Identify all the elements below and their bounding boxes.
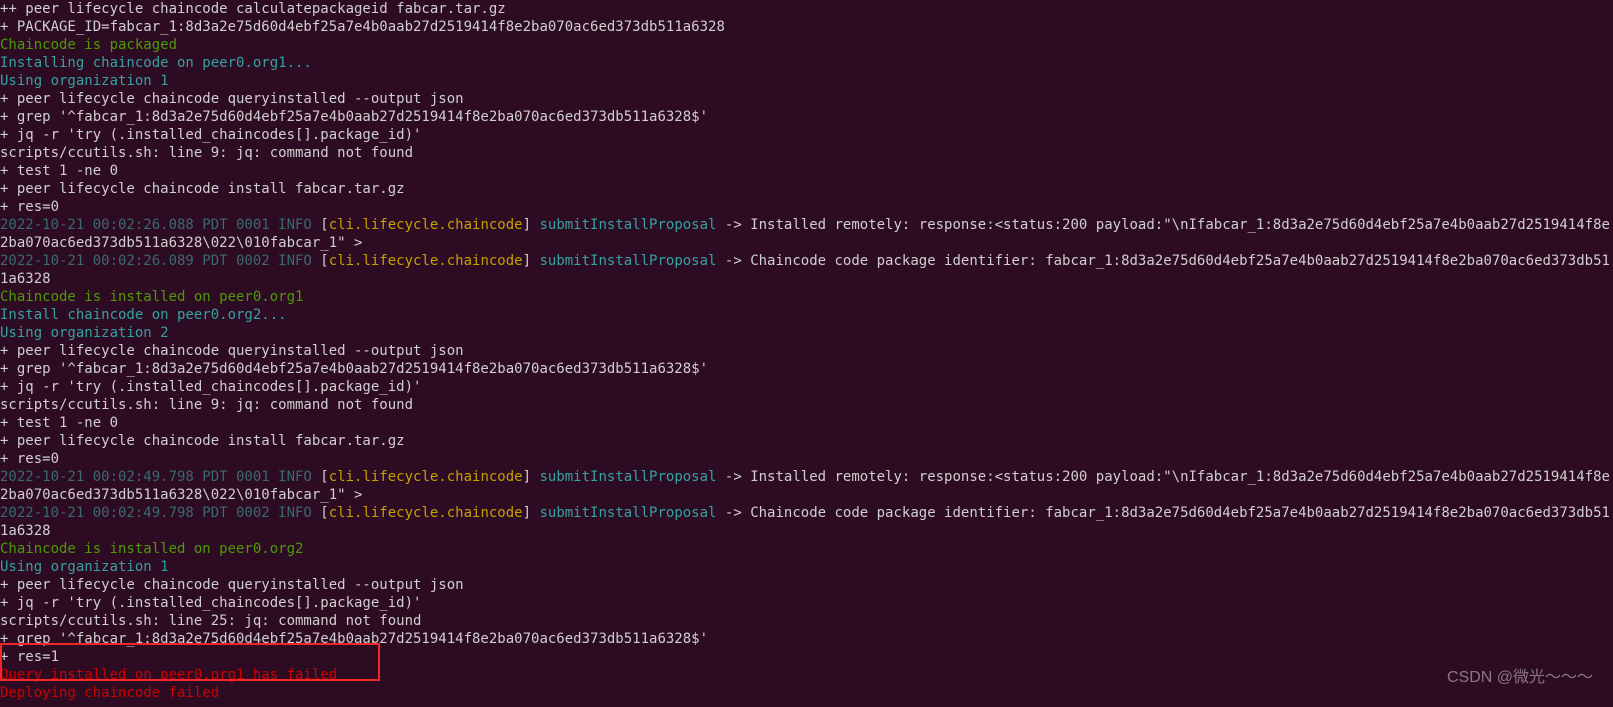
terminal-text: + test 1 -ne 0	[0, 415, 118, 431]
terminal-line: + jq -r 'try (.installed_chaincodes[].pa…	[0, 594, 1613, 612]
terminal-text: + res=1	[0, 649, 59, 665]
terminal-text: Installing chaincode on peer0.org1...	[0, 55, 312, 71]
terminal-text: submitInstallProposal	[539, 505, 716, 521]
terminal-text: + res=0	[0, 199, 59, 215]
terminal-line: scripts/ccutils.sh: line 25: jq: command…	[0, 612, 1613, 630]
terminal-text: cli.lifecycle.chaincode	[329, 217, 523, 233]
terminal-text: + peer lifecycle chaincode queryinstalle…	[0, 343, 464, 359]
terminal-line: + peer lifecycle chaincode queryinstalle…	[0, 576, 1613, 594]
terminal-text: Install chaincode on peer0.org2...	[0, 307, 287, 323]
terminal-text: + peer lifecycle chaincode queryinstalle…	[0, 577, 464, 593]
terminal-text: + grep '^fabcar_1:8d3a2e75d60d4ebf25a7e4…	[0, 109, 708, 125]
terminal-text: + peer lifecycle chaincode install fabca…	[0, 433, 405, 449]
terminal-text: [	[312, 253, 329, 269]
terminal-line: + res=1	[0, 648, 1613, 666]
terminal-line: Using organization 1	[0, 72, 1613, 90]
terminal-line: + peer lifecycle chaincode install fabca…	[0, 432, 1613, 450]
terminal-line: Installing chaincode on peer0.org1...	[0, 54, 1613, 72]
terminal-text: [	[312, 505, 329, 521]
terminal-line: + jq -r 'try (.installed_chaincodes[].pa…	[0, 378, 1613, 396]
terminal-line: + grep '^fabcar_1:8d3a2e75d60d4ebf25a7e4…	[0, 630, 1613, 648]
terminal-text: submitInstallProposal	[539, 217, 716, 233]
terminal-text: Chaincode is installed on peer0.org2	[0, 541, 303, 557]
terminal-text: cli.lifecycle.chaincode	[329, 505, 523, 521]
terminal-line: 2022-10-21 00:02:49.798 PDT 0002 INFO [c…	[0, 504, 1613, 540]
terminal-line: + grep '^fabcar_1:8d3a2e75d60d4ebf25a7e4…	[0, 108, 1613, 126]
terminal-output[interactable]: ++ peer lifecycle chaincode calculatepac…	[0, 0, 1613, 702]
terminal-line: + res=0	[0, 450, 1613, 468]
terminal-line: Chaincode is installed on peer0.org1	[0, 288, 1613, 306]
terminal-text: submitInstallProposal	[539, 469, 716, 485]
terminal-text: Query installed on peer0.org1 has failed	[0, 667, 337, 683]
terminal-line: + peer lifecycle chaincode queryinstalle…	[0, 90, 1613, 108]
terminal-text: [	[312, 469, 329, 485]
terminal-line: + peer lifecycle chaincode queryinstalle…	[0, 342, 1613, 360]
terminal-line: scripts/ccutils.sh: line 9: jq: command …	[0, 396, 1613, 414]
terminal-text: Using organization 1	[0, 559, 169, 575]
terminal-text: [	[312, 217, 329, 233]
terminal-text: cli.lifecycle.chaincode	[329, 469, 523, 485]
terminal-line: Using organization 1	[0, 558, 1613, 576]
terminal-text: + peer lifecycle chaincode install fabca…	[0, 181, 405, 197]
terminal-text: Deploying chaincode failed	[0, 685, 219, 701]
terminal-line: + grep '^fabcar_1:8d3a2e75d60d4ebf25a7e4…	[0, 360, 1613, 378]
terminal-line: Using organization 2	[0, 324, 1613, 342]
terminal-line: 2022-10-21 00:02:26.088 PDT 0001 INFO [c…	[0, 216, 1613, 252]
terminal-line: Chaincode is installed on peer0.org2	[0, 540, 1613, 558]
terminal-text: ]	[523, 253, 540, 269]
terminal-text: + peer lifecycle chaincode queryinstalle…	[0, 91, 464, 107]
terminal-text: + jq -r 'try (.installed_chaincodes[].pa…	[0, 379, 421, 395]
terminal-line: Deploying chaincode failed	[0, 684, 1613, 702]
terminal-text: + jq -r 'try (.installed_chaincodes[].pa…	[0, 127, 421, 143]
terminal-text: 2022-10-21 00:02:49.798 PDT 0001 INFO	[0, 469, 312, 485]
terminal-text: Using organization 1	[0, 73, 169, 89]
terminal-text: + grep '^fabcar_1:8d3a2e75d60d4ebf25a7e4…	[0, 361, 708, 377]
terminal-line: + jq -r 'try (.installed_chaincodes[].pa…	[0, 126, 1613, 144]
terminal-line: + res=0	[0, 198, 1613, 216]
terminal-text: + res=0	[0, 451, 59, 467]
terminal-line: Install chaincode on peer0.org2...	[0, 306, 1613, 324]
terminal-text: ++ peer lifecycle chaincode calculatepac…	[0, 1, 506, 17]
terminal-line: + PACKAGE_ID=fabcar_1:8d3a2e75d60d4ebf25…	[0, 18, 1613, 36]
terminal-line: 2022-10-21 00:02:26.089 PDT 0002 INFO [c…	[0, 252, 1613, 288]
terminal-line: scripts/ccutils.sh: line 9: jq: command …	[0, 144, 1613, 162]
terminal-text: ]	[523, 469, 540, 485]
terminal-text: + jq -r 'try (.installed_chaincodes[].pa…	[0, 595, 421, 611]
terminal-line: Query installed on peer0.org1 has failed	[0, 666, 1613, 684]
terminal-text: + test 1 -ne 0	[0, 163, 118, 179]
terminal-text: 2022-10-21 00:02:49.798 PDT 0002 INFO	[0, 505, 312, 521]
terminal-text: ]	[523, 217, 540, 233]
terminal-text: scripts/ccutils.sh: line 9: jq: command …	[0, 145, 413, 161]
terminal-text: Chaincode is installed on peer0.org1	[0, 289, 303, 305]
terminal-line: ++ peer lifecycle chaincode calculatepac…	[0, 0, 1613, 18]
terminal-text: 2022-10-21 00:02:26.089 PDT 0002 INFO	[0, 253, 312, 269]
watermark: CSDN @微光～～～	[1447, 669, 1593, 687]
terminal-text: Chaincode is packaged	[0, 37, 177, 53]
terminal-text: ]	[523, 505, 540, 521]
terminal-line: 2022-10-21 00:02:49.798 PDT 0001 INFO [c…	[0, 468, 1613, 504]
terminal-text: submitInstallProposal	[539, 253, 716, 269]
terminal-line: + test 1 -ne 0	[0, 162, 1613, 180]
terminal-text: Using organization 2	[0, 325, 169, 341]
terminal-text: 2022-10-21 00:02:26.088 PDT 0001 INFO	[0, 217, 312, 233]
terminal-text: scripts/ccutils.sh: line 9: jq: command …	[0, 397, 413, 413]
terminal-text: + PACKAGE_ID=fabcar_1:8d3a2e75d60d4ebf25…	[0, 19, 725, 35]
terminal-line: Chaincode is packaged	[0, 36, 1613, 54]
terminal-text: scripts/ccutils.sh: line 25: jq: command…	[0, 613, 421, 629]
terminal-text: + grep '^fabcar_1:8d3a2e75d60d4ebf25a7e4…	[0, 631, 708, 647]
terminal-line: + peer lifecycle chaincode install fabca…	[0, 180, 1613, 198]
terminal-text: cli.lifecycle.chaincode	[329, 253, 523, 269]
terminal-line: + test 1 -ne 0	[0, 414, 1613, 432]
